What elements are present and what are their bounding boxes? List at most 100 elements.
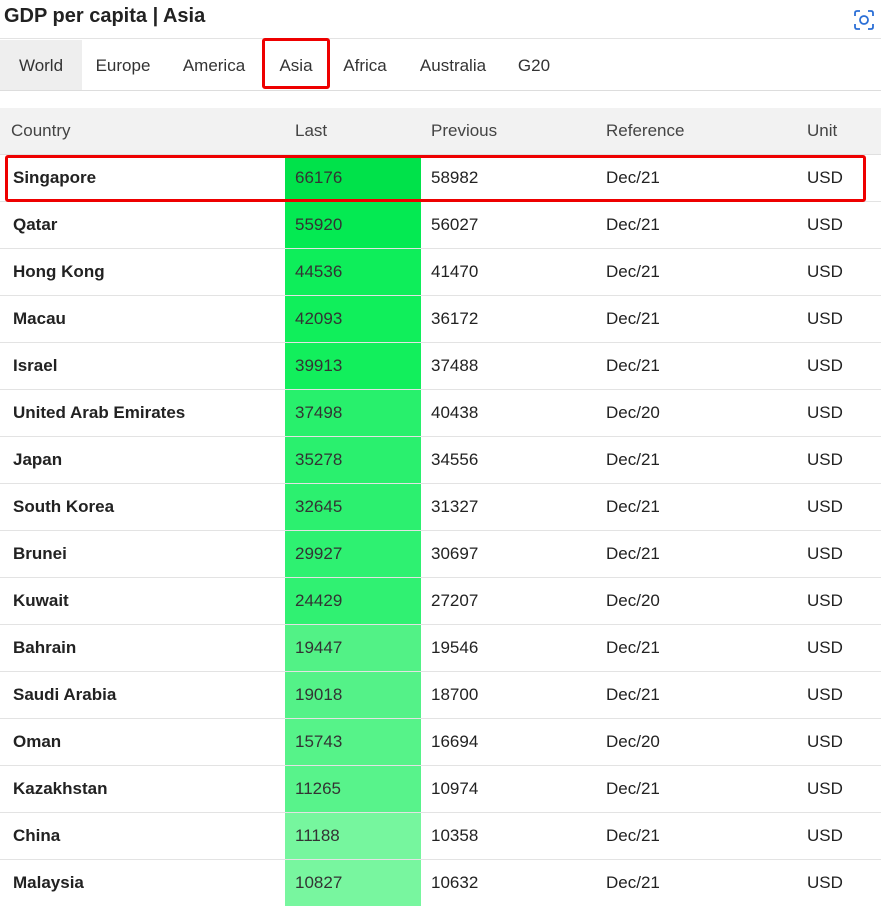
last-value-cell: 35278 (285, 437, 421, 484)
tab-g20[interactable]: G20 (508, 40, 560, 90)
previous-value-cell: 10358 (421, 813, 596, 860)
page-title: GDP per capita | Asia (4, 4, 205, 28)
previous-value-cell: 19546 (421, 625, 596, 672)
previous-value-cell: 34556 (421, 437, 596, 484)
country-cell[interactable]: Saudi Arabia (0, 672, 285, 719)
country-cell[interactable]: Macau (0, 296, 285, 343)
table-row[interactable]: United Arab Emirates3749840438Dec/20USD (0, 390, 881, 437)
region-tabs: World Europe America Asia Africa Austral… (0, 40, 881, 91)
reference-cell: Dec/21 (596, 343, 797, 390)
unit-cell: USD (797, 249, 881, 296)
last-value-cell: 10827 (285, 860, 421, 906)
reference-cell: Dec/20 (596, 390, 797, 437)
selected-tab-highlight (262, 38, 330, 89)
reference-cell: Dec/21 (596, 625, 797, 672)
unit-cell: USD (797, 813, 881, 860)
unit-cell: USD (797, 484, 881, 531)
table-row[interactable]: Brunei2992730697Dec/21USD (0, 531, 881, 578)
unit-cell: USD (797, 155, 881, 202)
table-row[interactable]: Saudi Arabia1901818700Dec/21USD (0, 672, 881, 719)
tab-africa[interactable]: Africa (334, 40, 396, 90)
country-cell[interactable]: Israel (0, 343, 285, 390)
gdp-table-container: Country Last Previous Reference Unit Sin… (0, 108, 881, 906)
country-cell[interactable]: Singapore (0, 155, 285, 202)
reference-cell: Dec/20 (596, 578, 797, 625)
previous-value-cell: 16694 (421, 719, 596, 766)
country-cell[interactable]: China (0, 813, 285, 860)
country-cell[interactable]: Japan (0, 437, 285, 484)
previous-value-cell: 10974 (421, 766, 596, 813)
table-row[interactable]: Kuwait2442927207Dec/20USD (0, 578, 881, 625)
country-cell[interactable]: Bahrain (0, 625, 285, 672)
last-value-cell: 44536 (285, 249, 421, 296)
tab-america[interactable]: America (172, 40, 256, 90)
last-value-cell: 24429 (285, 578, 421, 625)
last-value-cell: 19447 (285, 625, 421, 672)
table-row[interactable]: Kazakhstan1126510974Dec/21USD (0, 766, 881, 813)
unit-cell: USD (797, 202, 881, 249)
previous-value-cell: 58982 (421, 155, 596, 202)
country-cell[interactable]: Oman (0, 719, 285, 766)
table-row[interactable]: Singapore6617658982Dec/21USD (0, 155, 881, 202)
last-value-cell: 19018 (285, 672, 421, 719)
table-row[interactable]: China1118810358Dec/21USD (0, 813, 881, 860)
last-value-cell: 55920 (285, 202, 421, 249)
table-row[interactable]: South Korea3264531327Dec/21USD (0, 484, 881, 531)
unit-cell: USD (797, 296, 881, 343)
unit-cell: USD (797, 625, 881, 672)
column-header-unit[interactable]: Unit (797, 108, 881, 155)
country-cell[interactable]: Malaysia (0, 860, 285, 906)
last-value-cell: 39913 (285, 343, 421, 390)
last-value-cell: 42093 (285, 296, 421, 343)
previous-value-cell: 10632 (421, 860, 596, 906)
reference-cell: Dec/21 (596, 672, 797, 719)
tab-europe[interactable]: Europe (82, 40, 164, 90)
reference-cell: Dec/21 (596, 813, 797, 860)
country-cell[interactable]: Kazakhstan (0, 766, 285, 813)
country-cell[interactable]: Hong Kong (0, 249, 285, 296)
last-value-cell: 37498 (285, 390, 421, 437)
unit-cell: USD (797, 719, 881, 766)
country-cell[interactable]: United Arab Emirates (0, 390, 285, 437)
reference-cell: Dec/21 (596, 484, 797, 531)
reference-cell: Dec/21 (596, 249, 797, 296)
table-row[interactable]: Malaysia1082710632Dec/21USD (0, 860, 881, 906)
last-value-cell: 11188 (285, 813, 421, 860)
country-cell[interactable]: South Korea (0, 484, 285, 531)
title-bar: GDP per capita | Asia (0, 0, 881, 39)
tab-world[interactable]: World (0, 40, 82, 90)
unit-cell: USD (797, 672, 881, 719)
last-value-cell: 66176 (285, 155, 421, 202)
reference-cell: Dec/21 (596, 202, 797, 249)
reference-cell: Dec/21 (596, 437, 797, 484)
column-header-previous[interactable]: Previous (421, 108, 596, 155)
unit-cell: USD (797, 437, 881, 484)
gdp-table: Country Last Previous Reference Unit Sin… (0, 108, 881, 906)
reference-cell: Dec/21 (596, 766, 797, 813)
table-row[interactable]: Macau4209336172Dec/21USD (0, 296, 881, 343)
table-row[interactable]: Qatar5592056027Dec/21USD (0, 202, 881, 249)
country-cell[interactable]: Qatar (0, 202, 285, 249)
table-header-row: Country Last Previous Reference Unit (0, 108, 881, 155)
reference-cell: Dec/20 (596, 719, 797, 766)
column-header-country[interactable]: Country (0, 108, 285, 155)
previous-value-cell: 40438 (421, 390, 596, 437)
last-value-cell: 29927 (285, 531, 421, 578)
table-row[interactable]: Hong Kong4453641470Dec/21USD (0, 249, 881, 296)
table-row[interactable]: Oman1574316694Dec/20USD (0, 719, 881, 766)
country-cell[interactable]: Kuwait (0, 578, 285, 625)
last-value-cell: 11265 (285, 766, 421, 813)
table-row[interactable]: Israel3991337488Dec/21USD (0, 343, 881, 390)
reference-cell: Dec/21 (596, 531, 797, 578)
previous-value-cell: 41470 (421, 249, 596, 296)
column-header-last[interactable]: Last (285, 108, 421, 155)
column-header-reference[interactable]: Reference (596, 108, 797, 155)
table-row[interactable]: Bahrain1944719546Dec/21USD (0, 625, 881, 672)
previous-value-cell: 31327 (421, 484, 596, 531)
unit-cell: USD (797, 531, 881, 578)
tab-australia[interactable]: Australia (408, 40, 498, 90)
previous-value-cell: 36172 (421, 296, 596, 343)
country-cell[interactable]: Brunei (0, 531, 285, 578)
table-row[interactable]: Japan3527834556Dec/21USD (0, 437, 881, 484)
scan-icon[interactable] (853, 9, 875, 31)
